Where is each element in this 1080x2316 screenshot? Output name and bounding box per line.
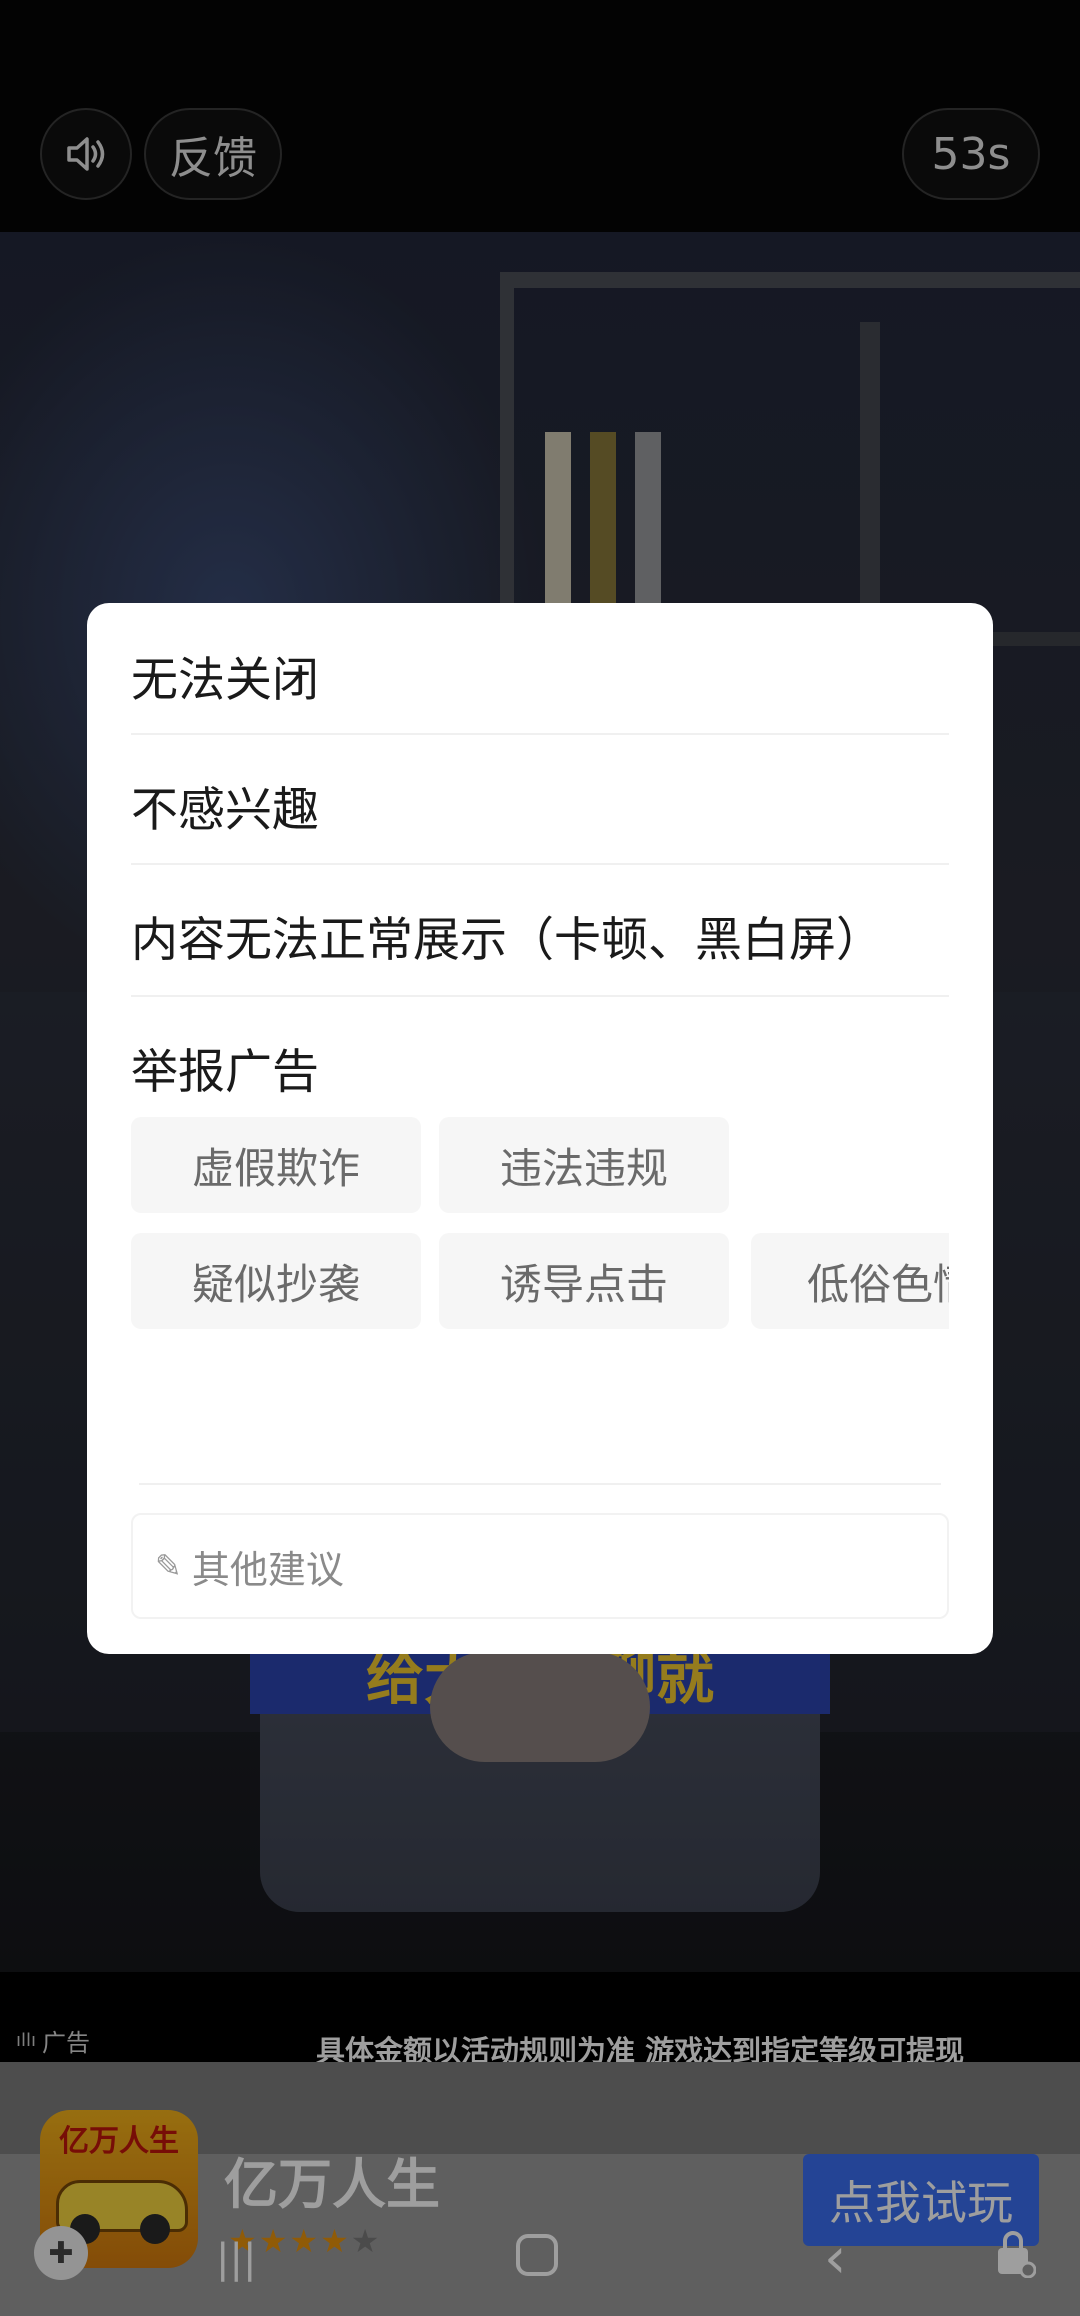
divider	[131, 995, 949, 997]
report-reason-chip[interactable]: 低俗色情	[751, 1233, 949, 1329]
report-reason-chip[interactable]: 诱导点击	[439, 1233, 729, 1329]
report-reason-chip[interactable]: 疑似抄袭	[131, 1233, 421, 1329]
feedback-dialog: 无法关闭 不感兴趣 内容无法正常展示（卡顿、黑白屏） 举报广告 虚假欺诈 违法违…	[87, 603, 993, 1654]
option-cannot-close[interactable]: 无法关闭	[131, 641, 949, 710]
option-not-interested[interactable]: 不感兴趣	[131, 771, 949, 840]
suggestion-input[interactable]: ✎ 其他建议	[131, 1513, 949, 1619]
suggestion-placeholder: 其他建议	[191, 1547, 344, 1592]
report-ad-title: 举报广告	[131, 1045, 319, 1100]
divider	[131, 863, 949, 865]
report-reason-row: 疑似抄袭 诱导点击 低俗色情	[131, 1233, 949, 1343]
divider	[131, 733, 949, 735]
divider	[139, 1483, 941, 1485]
pencil-icon: ✎	[155, 1547, 182, 1585]
option-display-error[interactable]: 内容无法正常展示（卡顿、黑白屏）	[131, 901, 949, 970]
report-reason-chip[interactable]: 违法违规	[439, 1117, 729, 1213]
report-reason-chip[interactable]: 虚假欺诈	[131, 1117, 421, 1213]
